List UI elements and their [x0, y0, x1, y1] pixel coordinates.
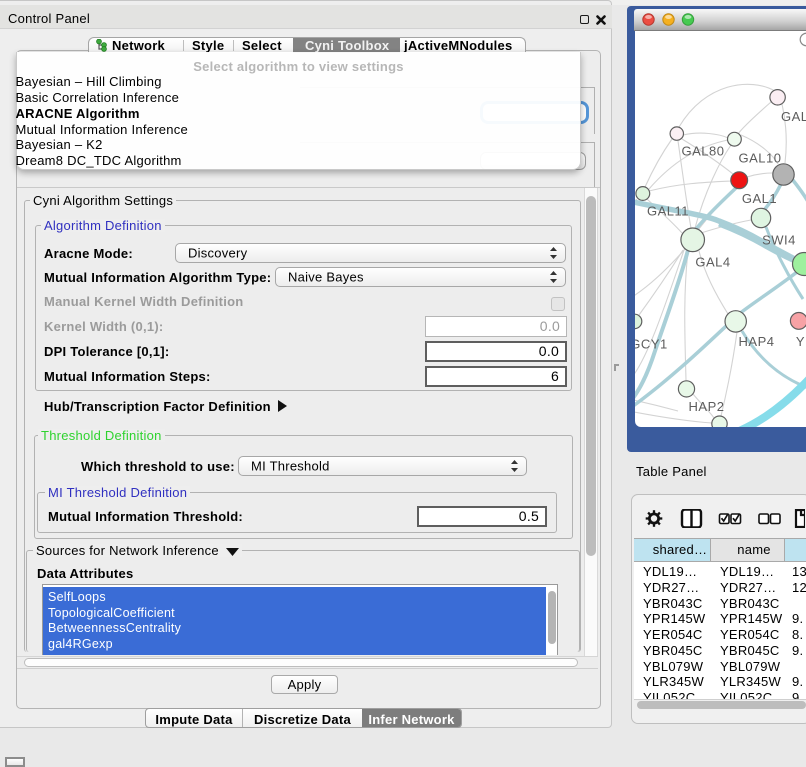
svg-text:GAL4: GAL4 [695, 255, 730, 270]
svg-text:SWI4: SWI4 [762, 233, 796, 248]
svg-text:GAL1: GAL1 [742, 191, 777, 206]
svg-text:GAL10: GAL10 [739, 151, 782, 166]
svg-text:GAL11: GAL11 [647, 204, 689, 219]
svg-text:HAP2: HAP2 [689, 399, 725, 414]
svg-text:GAL80: GAL80 [682, 144, 725, 159]
svg-text:Y: Y [796, 334, 805, 349]
svg-text:GAL7: GAL7 [781, 109, 806, 124]
svg-text:GCY1: GCY1 [635, 337, 668, 352]
svg-text:HAP4: HAP4 [739, 334, 775, 349]
